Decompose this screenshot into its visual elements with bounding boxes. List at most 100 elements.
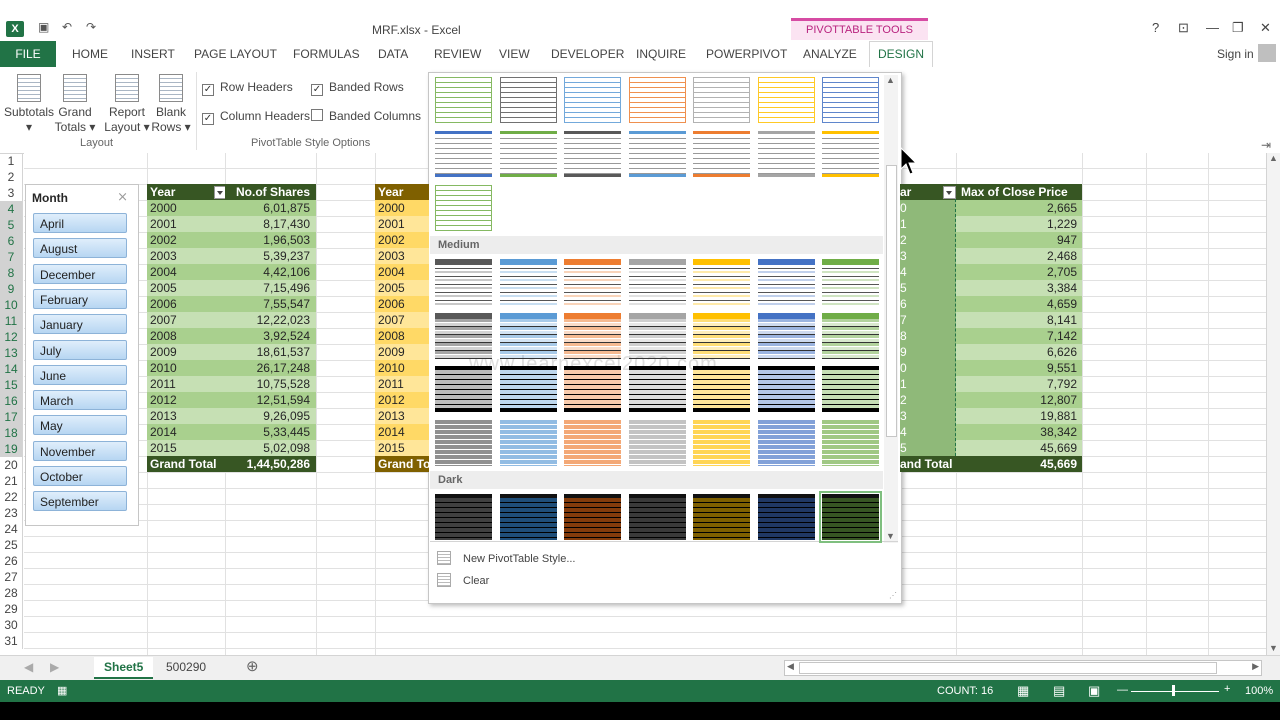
save-icon[interactable]: ▣ bbox=[38, 20, 49, 34]
pivot1-year-cell[interactable]: 2004 bbox=[147, 264, 225, 280]
medium-style-swatch[interactable] bbox=[435, 259, 492, 305]
banded-columns-checkbox[interactable]: Banded Columns bbox=[311, 109, 421, 123]
maximize-button[interactable]: ❐ bbox=[1232, 20, 1244, 36]
medium-style-swatch[interactable] bbox=[693, 366, 750, 412]
pivot1-year-cell[interactable]: 2008 bbox=[147, 328, 225, 344]
row-header[interactable]: 26 bbox=[0, 553, 23, 569]
pivot2-year-cell[interactable]: 2012 bbox=[375, 392, 429, 408]
pivot2-year-cell[interactable]: 2008 bbox=[375, 328, 429, 344]
pivot1-value-cell[interactable]: 5,33,445 bbox=[225, 424, 316, 440]
dark-style-swatch[interactable] bbox=[564, 494, 621, 540]
month-slicer[interactable]: Month ⨯ April August December February Janua… bbox=[25, 184, 139, 526]
pivot1-value-cell[interactable]: 5,02,098 bbox=[225, 440, 316, 456]
page-break-view-icon[interactable]: ▣ bbox=[1088, 683, 1100, 699]
light-style-swatch[interactable] bbox=[564, 77, 621, 123]
pivot3-value-cell[interactable]: 8,141 bbox=[956, 312, 1082, 328]
pivot2-year-cell[interactable]: 2014 bbox=[375, 424, 429, 440]
light-style-swatch[interactable] bbox=[564, 131, 621, 177]
row-headers-checkbox[interactable]: ✓ Row Headers bbox=[202, 80, 293, 96]
scroll-up-icon[interactable]: ▲ bbox=[886, 75, 895, 85]
row-header[interactable]: 19 bbox=[0, 441, 23, 457]
tab-analyze[interactable]: ANALYZE bbox=[803, 47, 857, 61]
scroll-right-icon[interactable]: ▶ bbox=[1252, 661, 1259, 672]
tab-powerpivot[interactable]: POWERPIVOT bbox=[706, 47, 787, 61]
medium-style-swatch[interactable] bbox=[822, 259, 879, 305]
pivot1-value-cell[interactable]: 8,17,430 bbox=[225, 216, 316, 232]
pivot3-value-cell[interactable]: 38,342 bbox=[956, 424, 1082, 440]
dark-style-swatch[interactable] bbox=[758, 494, 815, 540]
clear-style-menu-item[interactable]: Clear bbox=[437, 573, 489, 587]
light-style-swatch[interactable] bbox=[500, 131, 557, 177]
light-style-swatch[interactable] bbox=[629, 77, 686, 123]
pivot3-value-cell[interactable]: 6,626 bbox=[956, 344, 1082, 360]
dark-style-swatch[interactable] bbox=[629, 494, 686, 540]
pivot3-year-cell[interactable]: 5 bbox=[900, 280, 956, 296]
light-style-swatch[interactable] bbox=[629, 131, 686, 177]
dark-style-swatch[interactable] bbox=[435, 494, 492, 540]
medium-style-swatch[interactable] bbox=[758, 313, 815, 359]
pivot3-year-cell[interactable]: 8 bbox=[900, 328, 956, 344]
medium-style-swatch[interactable] bbox=[758, 366, 815, 412]
light-style-swatch[interactable] bbox=[758, 77, 815, 123]
medium-style-swatch[interactable] bbox=[435, 420, 492, 466]
pivot1-year-cell[interactable]: 2006 bbox=[147, 296, 225, 312]
medium-style-swatch[interactable] bbox=[500, 420, 557, 466]
slicer-item[interactable]: December bbox=[33, 263, 127, 284]
light-style-swatch[interactable] bbox=[822, 131, 879, 177]
slicer-item[interactable]: May bbox=[33, 415, 127, 436]
slicer-item[interactable]: April bbox=[33, 213, 127, 233]
row-header[interactable]: 8 bbox=[0, 265, 23, 281]
tab-review[interactable]: REVIEW bbox=[434, 47, 481, 61]
tab-page-layout[interactable]: PAGE LAYOUT bbox=[194, 47, 277, 61]
row-header[interactable]: 22 bbox=[0, 489, 23, 505]
scroll-down-icon[interactable]: ▼ bbox=[1269, 643, 1278, 653]
slicer-item[interactable]: October bbox=[33, 466, 127, 486]
medium-style-swatch[interactable] bbox=[564, 366, 621, 412]
clear-filter-icon[interactable]: ⨯ bbox=[117, 189, 128, 205]
light-style-swatch[interactable] bbox=[435, 77, 492, 123]
pivot1-value-cell[interactable]: 4,42,106 bbox=[225, 264, 316, 280]
pivot1-value-cell[interactable]: 5,39,237 bbox=[225, 248, 316, 264]
pivot1-value-cell[interactable]: 7,55,547 bbox=[225, 296, 316, 312]
dark-style-swatch[interactable] bbox=[819, 491, 882, 543]
pivot3-year-cell[interactable]: 3 bbox=[900, 248, 956, 264]
pivot1-year-cell[interactable]: 2015 bbox=[147, 440, 225, 456]
medium-style-swatch[interactable] bbox=[629, 313, 686, 359]
pivot1-year-cell[interactable]: 2001 bbox=[147, 216, 225, 232]
previous-sheet-icon[interactable]: ◀ bbox=[24, 657, 33, 677]
pivot2-year-cell[interactable]: 2002 bbox=[375, 232, 429, 248]
medium-style-swatch[interactable] bbox=[822, 420, 879, 466]
pivot3-year-cell[interactable]: 3 bbox=[900, 408, 956, 424]
account-avatar[interactable] bbox=[1258, 44, 1276, 62]
medium-style-swatch[interactable] bbox=[693, 313, 750, 359]
close-button[interactable]: ✕ bbox=[1260, 20, 1271, 36]
pivot1-year-cell[interactable]: 2000 bbox=[147, 200, 225, 216]
pivot2-year-cell[interactable]: 2004 bbox=[375, 264, 429, 280]
dark-style-swatch[interactable] bbox=[500, 494, 557, 540]
pivot3-value-cell[interactable]: 9,551 bbox=[956, 360, 1082, 376]
tab-developer[interactable]: DEVELOPER bbox=[551, 47, 624, 61]
pivot2-year-cell[interactable]: 2007 bbox=[375, 312, 429, 328]
pivot2-year-cell[interactable]: 2009 bbox=[375, 344, 429, 360]
scroll-left-icon[interactable]: ◀ bbox=[787, 661, 794, 672]
pivot3-value-cell[interactable]: 947 bbox=[956, 232, 1082, 248]
pivot1-value-cell[interactable]: 12,51,594 bbox=[225, 392, 316, 408]
horizontal-scroll-thumb[interactable] bbox=[799, 662, 1217, 674]
pivot1-value-cell[interactable]: 26,17,248 bbox=[225, 360, 316, 376]
medium-style-swatch[interactable] bbox=[758, 420, 815, 466]
row-header[interactable]: 15 bbox=[0, 377, 23, 393]
medium-style-swatch[interactable] bbox=[629, 366, 686, 412]
pivot1-year-cell[interactable]: 2007 bbox=[147, 312, 225, 328]
tab-file[interactable]: FILE bbox=[0, 41, 56, 67]
pivot3-year-cell[interactable]: 0 bbox=[900, 200, 956, 216]
pivot1-year-cell[interactable]: 2003 bbox=[147, 248, 225, 264]
medium-style-swatch[interactable] bbox=[435, 313, 492, 359]
pivot1-value-cell[interactable]: 12,22,023 bbox=[225, 312, 316, 328]
gallery-scrollbar[interactable]: ▲ ▼ bbox=[884, 75, 898, 543]
zoom-slider-handle[interactable] bbox=[1172, 685, 1175, 696]
pivot3-value-cell[interactable]: 2,665 bbox=[956, 200, 1082, 216]
pivot1-year-cell[interactable]: 2013 bbox=[147, 408, 225, 424]
row-header[interactable]: 29 bbox=[0, 601, 23, 617]
slicer-item[interactable]: September bbox=[33, 491, 127, 512]
medium-style-swatch[interactable] bbox=[629, 259, 686, 305]
